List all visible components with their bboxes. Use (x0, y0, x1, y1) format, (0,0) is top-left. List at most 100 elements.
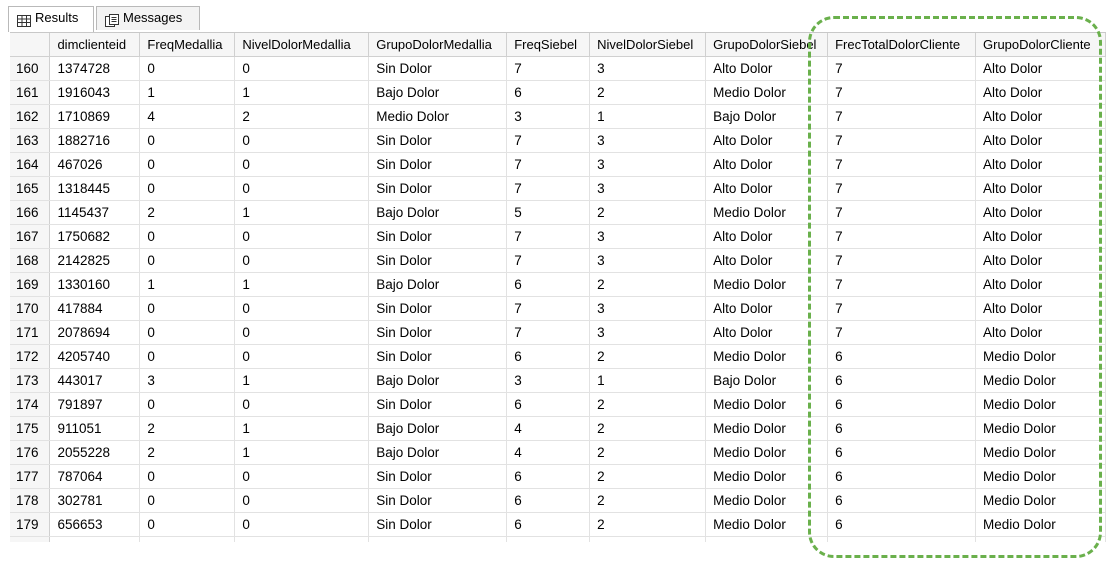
table-cell[interactable]: 1882716 (49, 128, 141, 153)
table-cell[interactable]: Alto Dolor (705, 176, 829, 201)
table-cell[interactable]: Bajo Dolor (368, 440, 508, 465)
table-cell[interactable]: Medio Dolor (368, 104, 508, 129)
table-cell[interactable]: Alto Dolor (975, 128, 1106, 153)
table-cell[interactable]: 6 (827, 512, 976, 537)
table-cell[interactable]: 2 (589, 440, 707, 465)
table-cell[interactable]: Medio Dolor (975, 344, 1106, 369)
table-cell[interactable]: Medio Dolor (705, 464, 829, 489)
row-number[interactable]: 164 (10, 152, 51, 177)
table-row[interactable]: 163 1882716 0 0 Sin Dolor 7 3 Alto Dolor 7 Alto D… (10, 128, 1106, 153)
table-cell[interactable]: Bajo Dolor (368, 368, 508, 393)
table-cell[interactable]: 6 (506, 344, 591, 369)
row-number[interactable]: 177 (10, 464, 51, 489)
table-row[interactable]: 167 1750682 0 0 Sin Dolor 7 3 Alto Dolor 7 Alto D… (10, 224, 1106, 249)
table-cell[interactable]: Medio Dolor (705, 200, 829, 225)
table-cell[interactable]: Sin Dolor (368, 392, 508, 417)
table-cell[interactable]: 1 (234, 536, 370, 542)
table-cell[interactable]: 467026 (49, 152, 141, 177)
table-cell[interactable]: 911051 (49, 416, 141, 441)
table-cell[interactable]: 656653 (49, 512, 141, 537)
table-cell[interactable]: Medio Dolor (705, 344, 829, 369)
table-cell[interactable]: 7 (827, 320, 976, 345)
table-cell[interactable]: Bajo Dolor (705, 368, 829, 393)
table-cell[interactable]: 7 (506, 56, 591, 81)
table-cell[interactable]: 1 (234, 368, 370, 393)
table-cell[interactable]: 2 (234, 104, 370, 129)
table-row[interactable]: 173 443017 3 1 Bajo Dolor 3 1 Bajo Dolor 6 Medio … (10, 368, 1106, 393)
table-cell[interactable]: 5 (506, 536, 591, 542)
table-cell[interactable]: 1916043 (49, 80, 141, 105)
table-cell[interactable]: 7 (506, 296, 591, 321)
table-cell[interactable]: 1330160 (49, 272, 141, 297)
table-cell[interactable]: 0 (139, 224, 236, 249)
table-cell[interactable]: Medio Dolor (975, 392, 1106, 417)
table-row[interactable]: 177 787064 0 0 Sin Dolor 6 2 Medio Dolor 6 Medio … (10, 464, 1106, 489)
table-cell[interactable]: 3 (589, 224, 707, 249)
table-cell[interactable]: 0 (139, 56, 236, 81)
table-cell[interactable]: 2078694 (49, 320, 141, 345)
table-cell[interactable]: Medio Dolor (975, 464, 1106, 489)
table-cell[interactable]: Medio Dolor (975, 440, 1106, 465)
table-cell[interactable]: Medio Dolor (705, 440, 829, 465)
row-number[interactable]: 161 (10, 80, 51, 105)
table-cell[interactable]: 1 (139, 536, 236, 542)
table-cell[interactable]: Sin Dolor (368, 296, 508, 321)
table-cell[interactable]: Medio Dolor (705, 80, 829, 105)
table-cell[interactable]: 6 (827, 464, 976, 489)
table-cell[interactable]: 6 (506, 272, 591, 297)
table-cell[interactable]: 0 (234, 296, 370, 321)
table-row[interactable]: 171 2078694 0 0 Sin Dolor 7 3 Alto Dolor 7 Alto D… (10, 320, 1106, 345)
row-number[interactable]: 168 (10, 248, 51, 273)
table-cell[interactable]: 791897 (49, 392, 141, 417)
table-cell[interactable]: Alto Dolor (705, 128, 829, 153)
table-cell[interactable]: 7 (827, 128, 976, 153)
table-cell[interactable]: Sin Dolor (368, 224, 508, 249)
table-cell[interactable]: 0 (139, 128, 236, 153)
table-cell[interactable]: Bajo Dolor (368, 80, 508, 105)
table-cell[interactable]: 1318445 (49, 176, 141, 201)
table-cell[interactable]: Medio Dolor (975, 512, 1106, 537)
table-cell[interactable]: 1 (589, 368, 707, 393)
table-cell[interactable]: 2 (589, 200, 707, 225)
table-cell[interactable]: Sin Dolor (368, 152, 508, 177)
table-cell[interactable]: 0 (234, 176, 370, 201)
table-cell[interactable]: 1 (139, 272, 236, 297)
table-cell[interactable]: 1145437 (49, 200, 141, 225)
table-cell[interactable]: 2 (589, 464, 707, 489)
table-cell[interactable]: Sin Dolor (368, 512, 508, 537)
table-cell[interactable]: 2 (139, 200, 236, 225)
table-cell[interactable]: 6 (827, 488, 976, 513)
table-row[interactable]: 179 656653 0 0 Sin Dolor 6 2 Medio Dolor 6 Medio … (10, 512, 1106, 537)
table-cell[interactable]: 6 (506, 488, 591, 513)
table-cell[interactable]: 0 (139, 296, 236, 321)
table-cell[interactable]: Bajo Dolor (368, 272, 508, 297)
table-cell[interactable]: Alto Dolor (975, 176, 1106, 201)
table-cell[interactable]: 2 (139, 440, 236, 465)
table-cell[interactable]: Sin Dolor (368, 176, 508, 201)
table-cell[interactable]: Medio Dolor (705, 416, 829, 441)
column-header[interactable]: NivelDolorSiebel (589, 33, 707, 57)
table-cell[interactable]: 2 (589, 536, 707, 542)
table-cell[interactable]: 3 (506, 104, 591, 129)
table-cell[interactable]: Medio Dolor (705, 512, 829, 537)
column-header[interactable]: GrupoDolorCliente (975, 33, 1106, 57)
table-cell[interactable]: Alto Dolor (975, 272, 1106, 297)
table-cell[interactable]: 0 (139, 488, 236, 513)
column-header[interactable]: NivelDolorMedallia (234, 33, 370, 57)
table-cell[interactable]: 6 (506, 392, 591, 417)
table-cell[interactable]: 1 (234, 440, 370, 465)
table-cell[interactable]: 443017 (49, 368, 141, 393)
results-grid[interactable]: dimclienteid FreqMedallia NivelDolorMedall… (10, 32, 1106, 542)
table-cell[interactable]: Sin Dolor (368, 128, 508, 153)
table-cell[interactable]: 1710869 (49, 104, 141, 129)
row-number[interactable]: 160 (10, 56, 51, 81)
row-number[interactable]: 171 (10, 320, 51, 345)
table-row[interactable]: 169 1330160 1 1 Bajo Dolor 6 2 Medio Dolor 7 Alto… (10, 272, 1106, 297)
table-cell[interactable]: Medio Dolor (705, 536, 829, 542)
table-row[interactable]: 165 1318445 0 0 Sin Dolor 7 3 Alto Dolor 7 Alto D… (10, 176, 1106, 201)
row-number[interactable]: 180 (10, 536, 51, 542)
table-cell[interactable]: Medio Dolor (705, 392, 829, 417)
table-cell[interactable]: 1 (234, 80, 370, 105)
table-row[interactable]: 164 467026 0 0 Sin Dolor 7 3 Alto Dolor 7 Alto Do… (10, 152, 1106, 177)
table-cell[interactable]: 0 (234, 320, 370, 345)
